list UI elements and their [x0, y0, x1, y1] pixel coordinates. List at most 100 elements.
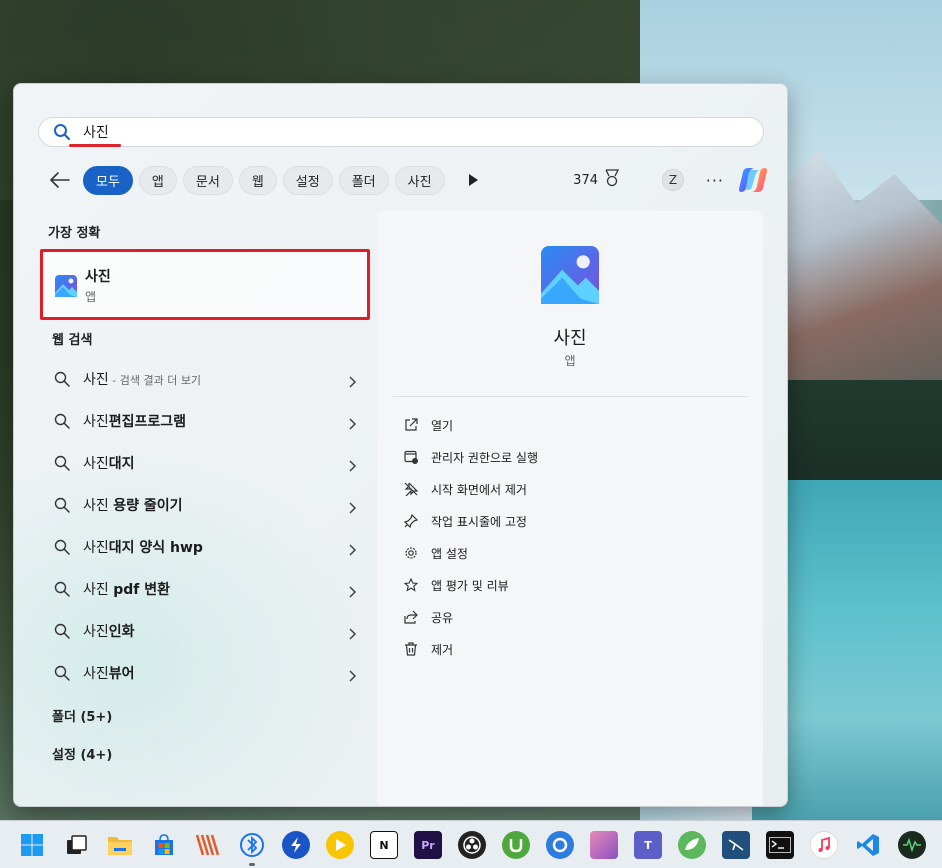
action-open[interactable]: 열기: [403, 409, 538, 441]
premiere-icon[interactable]: Pr: [414, 831, 442, 859]
best-match-photos-app[interactable]: 사진 앱: [40, 249, 370, 320]
utorrent-icon[interactable]: [502, 831, 530, 859]
teams-icon[interactable]: T: [634, 831, 662, 859]
web-search-item[interactable]: 사진 - 검색 결과 더 보기: [40, 358, 370, 400]
copilot-icon[interactable]: [738, 166, 768, 194]
admin-run-icon: [403, 449, 419, 465]
media-player-icon[interactable]: [326, 831, 354, 859]
filter-chip-documents[interactable]: 문서: [182, 165, 233, 195]
search-icon: [54, 665, 70, 681]
filter-chip-photos[interactable]: 사진: [394, 165, 445, 195]
action-share[interactable]: 공유: [403, 601, 538, 633]
web-search-item[interactable]: 사진뷰어: [40, 652, 370, 694]
search-icon: [54, 413, 70, 429]
web-search-item-text: 사진대지: [83, 456, 135, 472]
action-pin-taskbar[interactable]: 작업 표시줄에 고정: [403, 505, 538, 537]
notion-icon[interactable]: N: [370, 831, 398, 859]
detail-subtitle: 앱: [564, 354, 576, 368]
web-search-item-text: 사진인화: [83, 624, 135, 640]
best-match-type: 앱: [85, 290, 97, 304]
settings-section[interactable]: 설정 (4+): [52, 744, 112, 763]
search-box[interactable]: [38, 117, 764, 147]
web-search-title: 웹 검색: [52, 333, 93, 348]
web-search-item[interactable]: 사진인화: [40, 610, 370, 652]
action-list: 열기 관리자 권한으로 실행 시작 화면에서 제거 작업 표시줄에 고정 앱 설…: [403, 409, 538, 665]
task-view-icon[interactable]: [62, 831, 90, 859]
bluetooth-app-icon[interactable]: [238, 831, 266, 859]
more-options-icon[interactable]: ···: [706, 171, 724, 190]
filter-chip-folders[interactable]: 폴더: [338, 165, 389, 195]
trash-icon: [403, 641, 419, 657]
web-search-item[interactable]: 사진 pdf 변환: [40, 568, 370, 610]
action-run-as-admin[interactable]: 관리자 권한으로 실행: [403, 441, 538, 473]
filter-row: 모두 앱 문서 웹 설정 폴더 사진 374 Z ···: [48, 164, 768, 196]
app-icon[interactable]: [194, 831, 222, 859]
action-unpin-start[interactable]: 시작 화면에서 제거: [403, 473, 538, 505]
search-icon: [54, 623, 70, 639]
search-input[interactable]: [83, 124, 683, 140]
pin-icon: [403, 513, 419, 529]
vscode-icon[interactable]: [854, 831, 882, 859]
detail-divider: [393, 396, 747, 397]
obs-icon[interactable]: [458, 831, 486, 859]
app-icon[interactable]: [282, 831, 310, 859]
web-search-item-text: 사진편집프로그램: [83, 414, 187, 430]
photos-app-large-icon: [541, 246, 599, 304]
chevron-right-icon[interactable]: [346, 415, 358, 430]
web-search-item[interactable]: 사진 용량 줄이기: [40, 484, 370, 526]
action-rate-review[interactable]: 앱 평가 및 리뷰: [403, 569, 538, 601]
chevron-right-icon[interactable]: [346, 583, 358, 598]
search-icon: [54, 371, 70, 387]
folders-section[interactable]: 폴더 (5+): [52, 706, 112, 725]
web-search-list: 사진 - 검색 결과 더 보기 사진편집프로그램 사진대지 사진 용량 줄이기 …: [40, 358, 370, 694]
filter-chip-web[interactable]: 웹: [238, 165, 277, 195]
start-icon[interactable]: [18, 831, 46, 859]
monitor-icon[interactable]: [898, 831, 926, 859]
web-search-item-text: 사진 - 검색 결과 더 보기: [83, 372, 202, 388]
open-icon: [403, 417, 419, 433]
search-icon: [53, 123, 71, 141]
web-search-item[interactable]: 사진편집프로그램: [40, 400, 370, 442]
medal-icon: [604, 169, 620, 191]
account-avatar[interactable]: Z: [662, 169, 684, 191]
filter-chip-apps[interactable]: 앱: [138, 165, 177, 195]
rewards-points[interactable]: 374: [573, 169, 620, 191]
best-match-name: 사진: [85, 269, 111, 285]
photos-app-icon: [55, 275, 77, 297]
search-icon: [54, 455, 70, 471]
chevron-right-icon[interactable]: [346, 541, 358, 556]
more-filters-play-icon[interactable]: [465, 172, 481, 188]
search-icon: [54, 581, 70, 597]
web-search-item-text: 사진 pdf 변환: [83, 582, 170, 598]
web-search-item-text: 사진 용량 줄이기: [83, 498, 183, 514]
chevron-right-icon[interactable]: [346, 457, 358, 472]
filter-chip-settings[interactable]: 설정: [282, 165, 333, 195]
itunes-icon[interactable]: [810, 831, 838, 859]
app-icon[interactable]: [722, 831, 750, 859]
app-icon[interactable]: [678, 831, 706, 859]
file-explorer-icon[interactable]: [106, 831, 134, 859]
filter-chip-all[interactable]: 모두: [83, 165, 133, 195]
chevron-right-icon[interactable]: [346, 499, 358, 514]
web-search-item-text: 사진대지 양식 hwp: [83, 540, 203, 556]
terminal-icon[interactable]: [766, 831, 794, 859]
chevron-right-icon[interactable]: [346, 625, 358, 640]
action-uninstall[interactable]: 제거: [403, 633, 538, 665]
web-search-item[interactable]: 사진대지: [40, 442, 370, 484]
app-icon[interactable]: [590, 831, 618, 859]
search-icon: [54, 539, 70, 555]
action-app-settings[interactable]: 앱 설정: [403, 537, 538, 569]
gear-icon: [403, 545, 419, 561]
back-arrow-icon[interactable]: [48, 168, 72, 192]
app-icon[interactable]: [546, 831, 574, 859]
best-match-title: 가장 정확: [48, 226, 101, 241]
search-underline: [69, 144, 121, 147]
web-search-item-text: 사진뷰어: [83, 666, 135, 682]
detail-title: 사진: [553, 328, 587, 349]
web-search-item[interactable]: 사진대지 양식 hwp: [40, 526, 370, 568]
star-icon: [403, 577, 419, 593]
chevron-right-icon[interactable]: [346, 667, 358, 682]
store-icon[interactable]: [150, 831, 178, 859]
active-indicator: [249, 863, 255, 866]
chevron-right-icon[interactable]: [346, 373, 358, 388]
